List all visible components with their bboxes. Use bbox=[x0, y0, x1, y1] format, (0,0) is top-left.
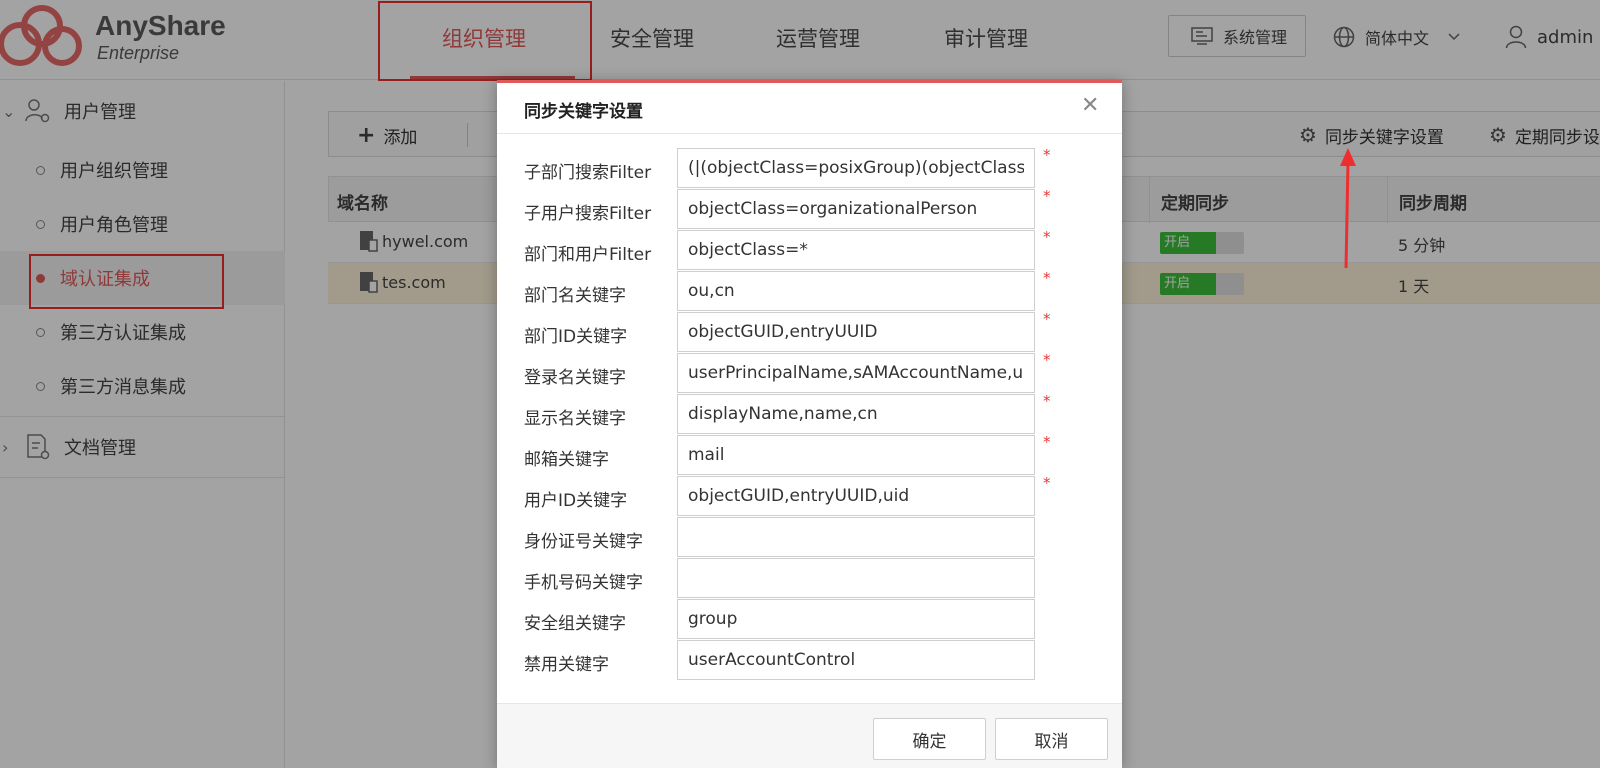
field-label: 子部门搜索Filter bbox=[524, 163, 652, 183]
field-label: 用户ID关键字 bbox=[524, 491, 628, 511]
sub-dept-filter-input[interactable] bbox=[677, 148, 1035, 188]
required-mark: * bbox=[1043, 310, 1051, 328]
field-label: 子用户搜索Filter bbox=[524, 204, 652, 224]
field-label: 手机号码关键字 bbox=[524, 573, 643, 593]
cancel-button[interactable]: 取消 bbox=[995, 718, 1108, 760]
form-row: 部门名关键字 * bbox=[497, 269, 1122, 312]
annotation-arrow-icon bbox=[1340, 148, 1356, 269]
required-mark: * bbox=[1043, 474, 1051, 492]
form-row: 部门ID关键字 * bbox=[497, 310, 1122, 353]
phone-keyword-input[interactable] bbox=[677, 558, 1035, 598]
field-label: 部门和用户Filter bbox=[524, 245, 652, 265]
email-keyword-input[interactable] bbox=[677, 435, 1035, 475]
field-label: 部门名关键字 bbox=[524, 286, 626, 306]
field-label: 邮箱关键字 bbox=[524, 450, 609, 470]
disable-keyword-input[interactable] bbox=[677, 640, 1035, 680]
id-card-keyword-input[interactable] bbox=[677, 517, 1035, 557]
field-label: 登录名关键字 bbox=[524, 368, 626, 388]
login-name-keyword-input[interactable] bbox=[677, 353, 1035, 393]
close-icon[interactable]: ✕ bbox=[1081, 93, 1099, 118]
form-row: 邮箱关键字 * bbox=[497, 433, 1122, 476]
user-id-keyword-input[interactable] bbox=[677, 476, 1035, 516]
security-group-keyword-input[interactable] bbox=[677, 599, 1035, 639]
form-row: 显示名关键字 * bbox=[497, 392, 1122, 435]
field-label: 显示名关键字 bbox=[524, 409, 626, 429]
sync-keyword-dialog: 同步关键字设置 ✕ 子部门搜索Filter * 子用户搜索Filter * 部门… bbox=[497, 80, 1122, 768]
display-name-keyword-input[interactable] bbox=[677, 394, 1035, 434]
required-mark: * bbox=[1043, 146, 1051, 164]
required-mark: * bbox=[1043, 392, 1051, 410]
form-row: 安全组关键字 bbox=[497, 599, 1122, 640]
form-row: 禁用关键字 bbox=[497, 640, 1122, 681]
required-mark: * bbox=[1043, 228, 1051, 246]
dialog-header-divider bbox=[497, 133, 1122, 134]
form-row: 手机号码关键字 bbox=[497, 558, 1122, 599]
required-mark: * bbox=[1043, 269, 1051, 287]
dept-id-keyword-input[interactable] bbox=[677, 312, 1035, 352]
sub-user-filter-input[interactable] bbox=[677, 189, 1035, 229]
form-row: 子部门搜索Filter * bbox=[497, 146, 1122, 189]
field-label: 身份证号关键字 bbox=[524, 532, 643, 552]
field-label: 禁用关键字 bbox=[524, 655, 609, 675]
required-mark: * bbox=[1043, 351, 1051, 369]
form-row: 登录名关键字 * bbox=[497, 351, 1122, 394]
confirm-button[interactable]: 确定 bbox=[873, 718, 986, 760]
form-row: 部门和用户Filter * bbox=[497, 228, 1122, 271]
required-mark: * bbox=[1043, 433, 1051, 451]
dialog-footer: 确定 取消 bbox=[497, 703, 1122, 768]
dialog-title: 同步关键字设置 bbox=[524, 102, 643, 122]
dept-name-keyword-input[interactable] bbox=[677, 271, 1035, 311]
form-row: 用户ID关键字 * bbox=[497, 474, 1122, 517]
form-row: 身份证号关键字 bbox=[497, 517, 1122, 558]
required-mark: * bbox=[1043, 187, 1051, 205]
field-label: 安全组关键字 bbox=[524, 614, 626, 634]
form-row: 子用户搜索Filter * bbox=[497, 187, 1122, 230]
dept-user-filter-input[interactable] bbox=[677, 230, 1035, 270]
field-label: 部门ID关键字 bbox=[524, 327, 628, 347]
